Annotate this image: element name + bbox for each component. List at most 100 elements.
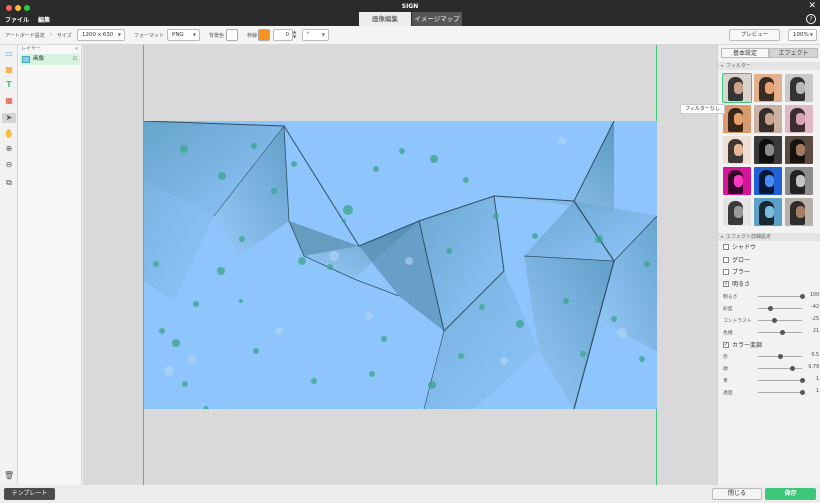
- artwork-image[interactable]: [144, 121, 657, 409]
- brightness-slider-knob[interactable]: [772, 318, 777, 323]
- color-slider-value: 0.79: [808, 365, 819, 370]
- hand-tool-icon[interactable]: ✋: [4, 129, 14, 139]
- caret-down-icon: ▾: [721, 63, 724, 68]
- lock-icon[interactable]: ⊡: [73, 54, 77, 65]
- layers-header: レイヤー «: [18, 45, 81, 53]
- brightness-slider-track[interactable]: [758, 306, 802, 311]
- color-slider-track[interactable]: [758, 366, 802, 371]
- layer-thumbnail: [22, 56, 30, 63]
- format-select[interactable]: PNG ▼: [167, 29, 200, 41]
- menu-file[interactable]: ファイル: [5, 15, 29, 24]
- color-slider-label: 緑: [723, 367, 728, 372]
- thumbnail-face: [734, 206, 743, 218]
- color-slider-track[interactable]: [758, 378, 805, 383]
- thumbnail-face: [796, 144, 805, 156]
- checkbox-box[interactable]: [723, 257, 729, 263]
- trash-icon[interactable]: 🗑: [4, 471, 14, 481]
- filter-thumbnail-none[interactable]: [722, 73, 752, 103]
- layer-item[interactable]: 画像 ⊡: [20, 54, 80, 65]
- size-label: サイズ: [57, 33, 72, 39]
- title-bar: SIGN ファイル 編集 画像編集 イメージマップ ✕ ?: [0, 0, 820, 26]
- filter-thumbnail-gray[interactable]: [785, 74, 813, 102]
- stepper-icon[interactable]: ▲ ▼: [293, 29, 296, 39]
- filter-thumbnail-vintage[interactable]: [754, 105, 782, 133]
- filter-thumbnail-mono[interactable]: [785, 167, 813, 195]
- size-select[interactable]: 1200 x 630 ▼: [77, 29, 125, 41]
- help-icon[interactable]: ?: [806, 14, 816, 24]
- color-slider-knob[interactable]: [790, 366, 796, 371]
- filter-thumbnail-bright[interactable]: [723, 136, 751, 164]
- close-button[interactable]: 閉じる: [712, 488, 762, 500]
- image-icon[interactable]: ▭: [4, 49, 14, 59]
- border-width-value: 0: [285, 32, 290, 38]
- thumbnail-face: [765, 82, 774, 94]
- color-adjust-checkbox[interactable]: ✓ カラー変調: [723, 341, 762, 350]
- glow-checkbox[interactable]: グロー: [723, 256, 750, 265]
- tab-effects[interactable]: エフェクト: [769, 48, 818, 58]
- brightness-checkbox[interactable]: ✓ 明るさ: [723, 280, 750, 289]
- zoom-out-icon[interactable]: ⊖: [4, 160, 14, 170]
- preview-button[interactable]: プレビュー: [729, 29, 780, 41]
- filter-thumbnail-sepia[interactable]: [723, 105, 751, 133]
- brightness-label: 明るさ: [732, 281, 751, 288]
- shadow-checkbox[interactable]: シャドウ: [723, 243, 756, 252]
- filter-thumbnail-pink[interactable]: [785, 105, 813, 133]
- border-color-swatch[interactable]: [258, 29, 270, 41]
- filter-thumbnail-cyan[interactable]: [754, 198, 782, 226]
- filter-thumbnail-noir[interactable]: [754, 136, 782, 164]
- table-icon[interactable]: ▦: [4, 96, 14, 106]
- blur-label: ブラー: [732, 269, 751, 276]
- separator-icon: ›: [50, 32, 52, 38]
- background-color-swatch[interactable]: [226, 29, 238, 41]
- collapse-icon[interactable]: «: [75, 45, 78, 53]
- tab-image-edit[interactable]: 画像編集: [359, 12, 411, 26]
- checkbox-box[interactable]: [723, 244, 729, 250]
- brightness-slider-track[interactable]: [758, 294, 805, 299]
- color-slider-knob[interactable]: [777, 354, 783, 359]
- duplicate-icon[interactable]: ⧉: [4, 178, 14, 188]
- brightness-slider-knob[interactable]: [779, 330, 785, 335]
- color-slider-track[interactable]: [758, 390, 805, 395]
- brightness-slider-value: -25: [811, 317, 819, 322]
- filter-section-title: フィルター: [726, 63, 751, 69]
- filter-thumbnail-dark[interactable]: [785, 136, 813, 164]
- filter-thumbnail-bw[interactable]: [723, 198, 751, 226]
- format-value: PNG: [172, 32, 184, 38]
- thumbnail-face: [796, 175, 805, 187]
- brightness-slider-knob[interactable]: [768, 306, 774, 311]
- menu-edit[interactable]: 編集: [38, 15, 50, 24]
- zoom-select[interactable]: 100% ▼: [788, 29, 817, 41]
- filter-thumbnail-magenta[interactable]: [723, 167, 751, 195]
- template-button[interactable]: テンプレート: [4, 488, 55, 500]
- brightness-slider-label: 明るさ: [723, 295, 738, 300]
- effect-section-header[interactable]: ▾ エフェクト詳細設定: [718, 233, 820, 241]
- filter-thumbnail-blue[interactable]: [754, 167, 782, 195]
- brightness-slider-track[interactable]: [758, 318, 802, 323]
- close-icon[interactable]: ✕: [808, 1, 816, 11]
- color-slider-label: 青: [723, 379, 728, 384]
- checkbox-box[interactable]: [723, 269, 729, 275]
- select-tool-icon[interactable]: ➤: [2, 113, 16, 123]
- caret-down-icon: ▾: [721, 234, 724, 239]
- checkbox-box[interactable]: ✓: [723, 342, 729, 348]
- blur-checkbox[interactable]: ブラー: [723, 268, 750, 277]
- thumbnail-face: [765, 175, 774, 187]
- border-style-select[interactable]: ⌜ ▼: [302, 29, 329, 41]
- text-icon[interactable]: T: [4, 80, 14, 90]
- canvas-area[interactable]: [83, 45, 717, 485]
- color-slider-track[interactable]: [758, 354, 802, 359]
- zoom-in-icon[interactable]: ⊕: [4, 144, 14, 154]
- filter-thumbnail-warm[interactable]: [754, 74, 782, 102]
- tab-basic-settings[interactable]: 基本設定: [721, 48, 769, 58]
- save-button[interactable]: 保存: [765, 488, 816, 500]
- filter-thumbnail-brown[interactable]: [785, 198, 813, 226]
- checkbox-box[interactable]: ✓: [723, 281, 729, 287]
- thumbnail-face: [796, 82, 805, 94]
- shapes-icon[interactable]: ▦: [4, 65, 14, 75]
- brightness-slider-track[interactable]: [758, 330, 802, 335]
- tab-image-map[interactable]: イメージマップ: [412, 12, 462, 26]
- border-width-input[interactable]: 0: [273, 29, 293, 41]
- layer-name: 画像: [33, 56, 45, 62]
- filter-section-header[interactable]: ▾ フィルター: [718, 62, 820, 70]
- chevron-down-icon: ▼: [192, 32, 196, 37]
